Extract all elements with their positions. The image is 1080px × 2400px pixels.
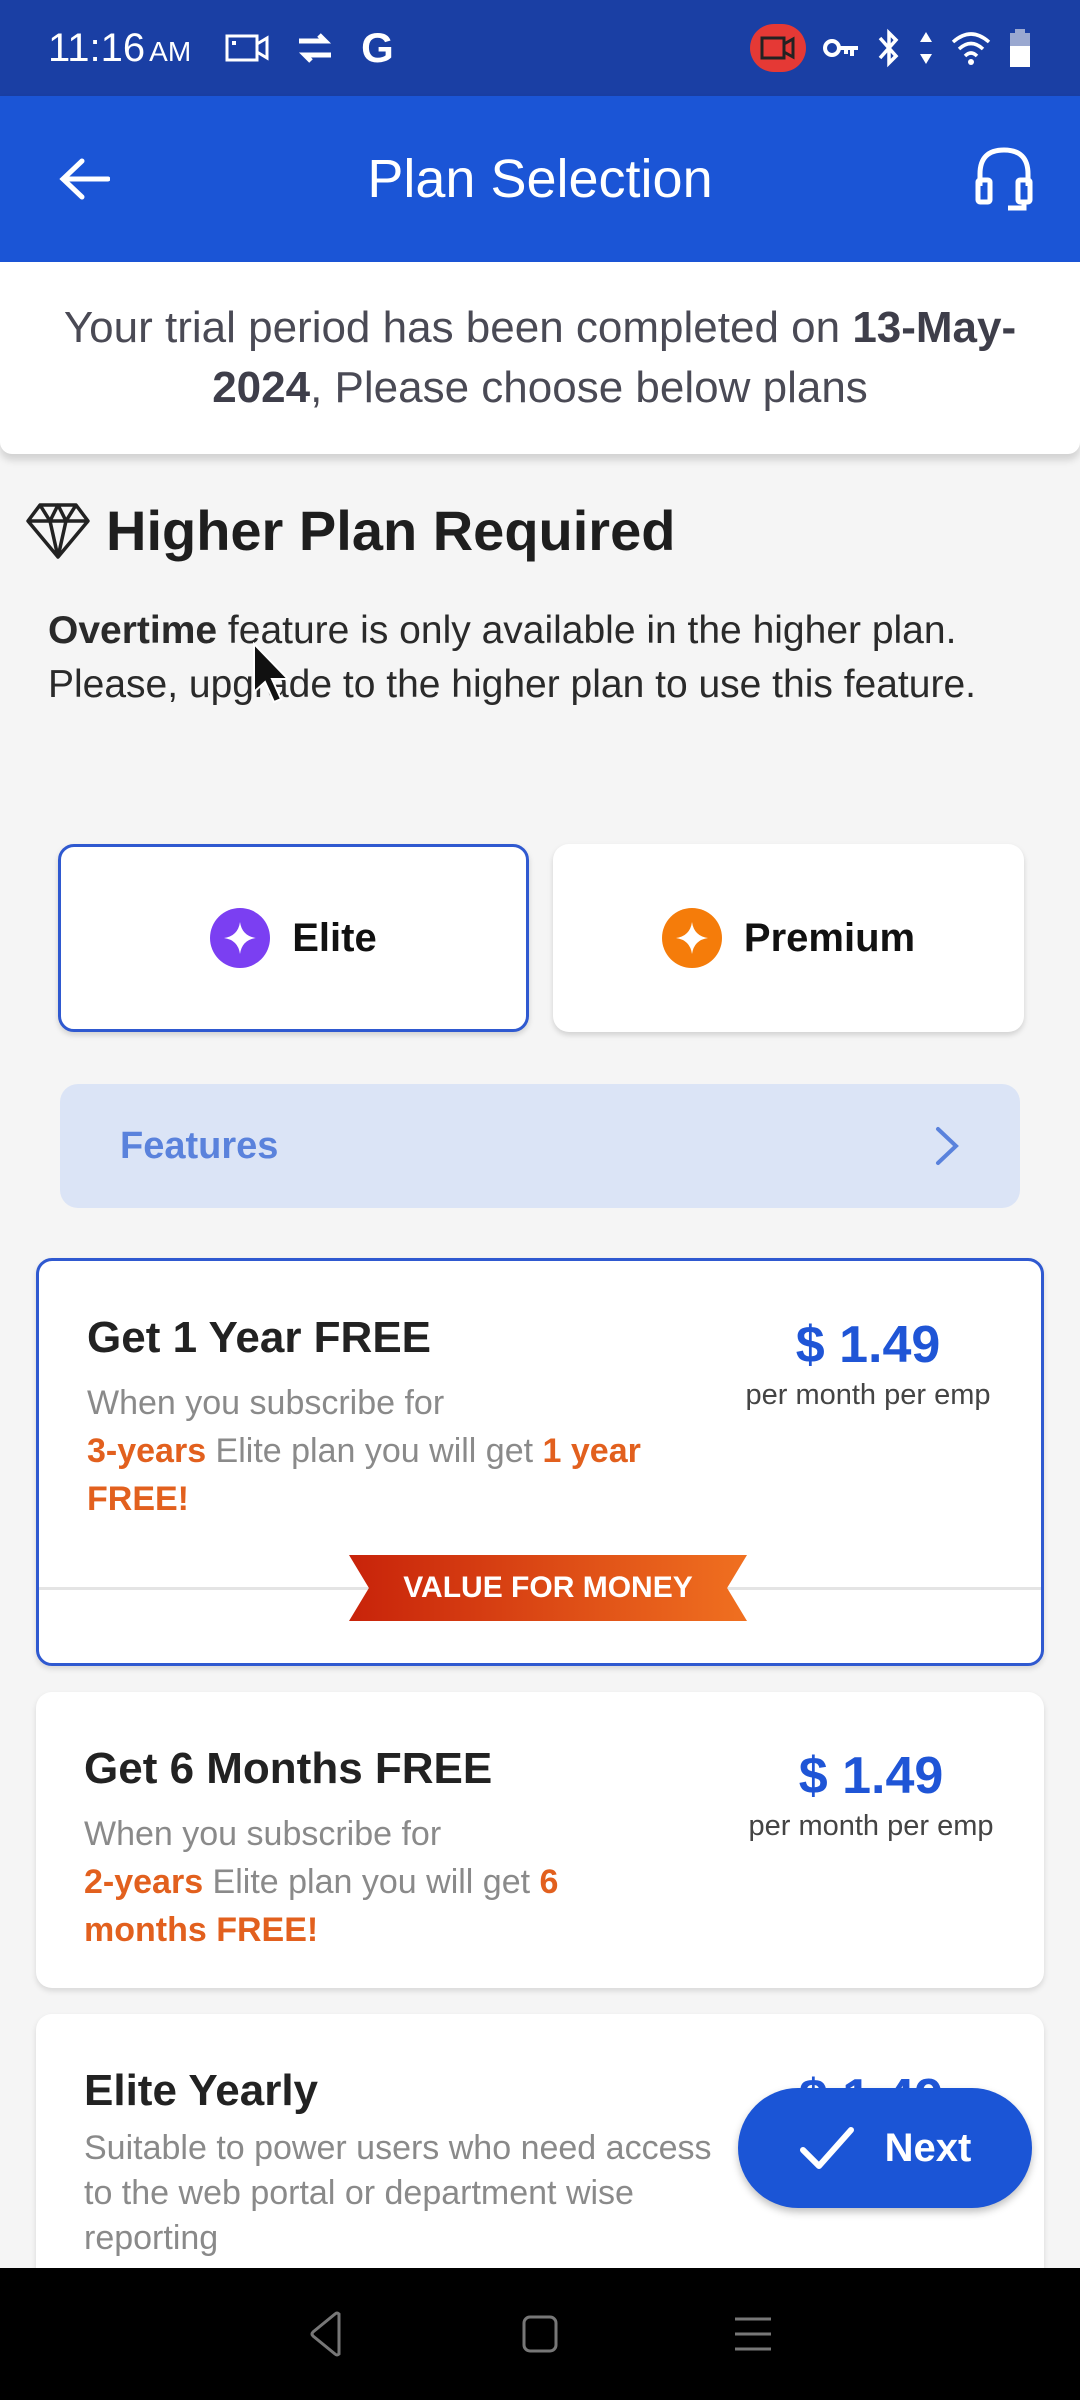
google-icon: G [361, 24, 394, 71]
trial-expired-banner: Your trial period has been completed on … [0, 262, 1080, 454]
offer-card-1-year-free[interactable]: Get 1 Year FREE When you subscribe for 3… [36, 1258, 1044, 1666]
page-title: Plan Selection [367, 149, 713, 209]
back-button[interactable] [52, 147, 116, 211]
sparkle-icon [675, 922, 708, 954]
sync-icon [299, 33, 332, 63]
offer-price: $ 1.49 per month per emp [748, 1747, 994, 1842]
next-button[interactable]: Next [738, 2088, 1032, 2208]
higher-plan-header: Higher Plan Required [24, 498, 675, 563]
app-bar: Plan Selection [0, 96, 1080, 262]
wifi-icon [951, 32, 991, 65]
chevron-right-icon [936, 1127, 959, 1165]
nav-home-icon[interactable] [521, 2314, 559, 2354]
elite-badge [210, 908, 271, 968]
offer-price: $ 1.49 per month per emp [745, 1316, 991, 1411]
mouse-cursor-icon [253, 642, 291, 704]
offer-description: When you subscribe for 2-years Elite pla… [84, 1815, 559, 1949]
battery-icon [1010, 29, 1030, 67]
status-bar: 11:16 AM G [0, 0, 1080, 96]
sparkle-icon [224, 922, 257, 954]
data-arrows-icon [920, 32, 932, 64]
headset-icon [975, 147, 1033, 211]
checkmark-icon [799, 2127, 854, 2169]
features-expander[interactable]: Features [60, 1084, 1020, 1208]
offer-title: Elite Yearly [84, 2066, 319, 2115]
trial-message: Your trial period has been completed on … [63, 303, 1017, 412]
recording-indicator-icon [750, 24, 806, 72]
offer-card-6-months-free[interactable]: Get 6 Months FREE When you subscribe for… [36, 1692, 1044, 1988]
offer-description: When you subscribe for 3-years Elite pla… [87, 1384, 641, 1518]
offer-description: Suitable to power users who need access … [84, 2129, 712, 2257]
support-button[interactable] [968, 143, 1040, 215]
higher-plan-description: Overtime feature is only available in th… [48, 609, 976, 706]
status-time: 11:16 AM [48, 25, 192, 70]
nav-back-icon[interactable] [307, 2311, 347, 2357]
premium-badge [661, 908, 722, 968]
plan-tab-premium[interactable]: Premium [553, 844, 1024, 1032]
higher-plan-title: Higher Plan Required [106, 499, 676, 562]
features-label: Features [120, 1124, 279, 1167]
system-nav-bar [0, 2268, 1080, 2400]
nav-menu-icon[interactable] [733, 2314, 773, 2354]
bluetooth-icon [878, 28, 899, 68]
offer-title: Get 1 Year FREE [87, 1313, 432, 1362]
diamond-icon [26, 502, 90, 559]
screen-record-icon [225, 34, 269, 62]
vpn-key-icon [823, 39, 858, 57]
arrow-left-icon [59, 158, 110, 200]
offer-title: Get 6 Months FREE [84, 1744, 493, 1793]
feature-name: Overtime [48, 609, 218, 652]
plan-tabs: Elite Premium [58, 844, 1024, 1032]
value-for-money-ribbon: VALUE FOR MONEY [349, 1555, 747, 1621]
plan-tab-elite[interactable]: Elite [58, 844, 529, 1032]
